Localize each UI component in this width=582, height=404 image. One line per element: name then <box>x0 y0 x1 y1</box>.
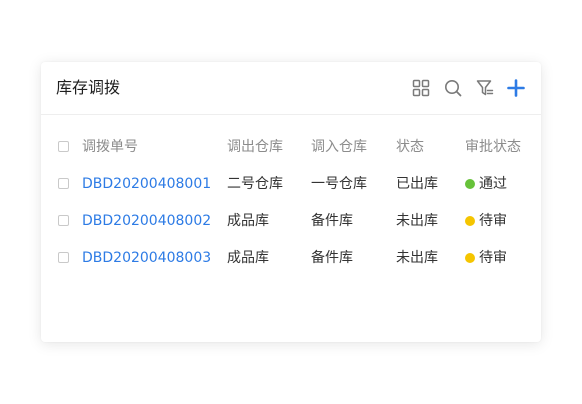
status-text: 未出库 <box>396 213 438 229</box>
column-header-from: 调出仓库 <box>227 139 283 155</box>
search-icon[interactable] <box>443 78 463 98</box>
column-header-status: 状态 <box>396 139 424 155</box>
status-text: 未出库 <box>396 250 438 266</box>
card-title: 库存调拨 <box>56 78 121 97</box>
from-warehouse: 成品库 <box>227 250 269 266</box>
to-warehouse: 备件库 <box>311 250 353 266</box>
from-warehouse: 成品库 <box>227 213 269 229</box>
row-checkbox[interactable] <box>58 252 69 263</box>
transfer-id-link[interactable]: DBD20200408002 <box>82 211 211 231</box>
row-checkbox[interactable] <box>58 178 69 189</box>
transfer-id-link[interactable]: DBD20200408003 <box>82 248 211 268</box>
approval-status-dot <box>465 216 475 226</box>
card-header: 库存调拨 <box>41 62 541 115</box>
inventory-transfer-card: 库存调拨 调拨单号 调出仓库 调入仓库 状态 审批状态 DBD202004080… <box>41 62 541 342</box>
to-warehouse: 一号仓库 <box>311 176 367 192</box>
approval-status-text: 通过 <box>479 176 507 192</box>
approval-status-dot <box>465 253 475 263</box>
to-warehouse: 备件库 <box>311 213 353 229</box>
column-header-to: 调入仓库 <box>311 139 367 155</box>
approval-status-text: 待审 <box>479 250 507 266</box>
column-header-approval: 审批状态 <box>465 139 521 155</box>
column-header-id: 调拨单号 <box>82 139 138 155</box>
approval-status-text: 待审 <box>479 213 507 229</box>
add-icon[interactable] <box>506 78 526 98</box>
row-checkbox[interactable] <box>58 215 69 226</box>
approval-status-dot <box>465 179 475 189</box>
transfer-id-link[interactable]: DBD20200408001 <box>82 174 211 194</box>
status-text: 已出库 <box>396 176 438 192</box>
select-all-checkbox[interactable] <box>58 141 69 152</box>
from-warehouse: 二号仓库 <box>227 176 283 192</box>
grid-icon[interactable] <box>411 78 431 98</box>
filter-icon[interactable] <box>475 78 495 98</box>
